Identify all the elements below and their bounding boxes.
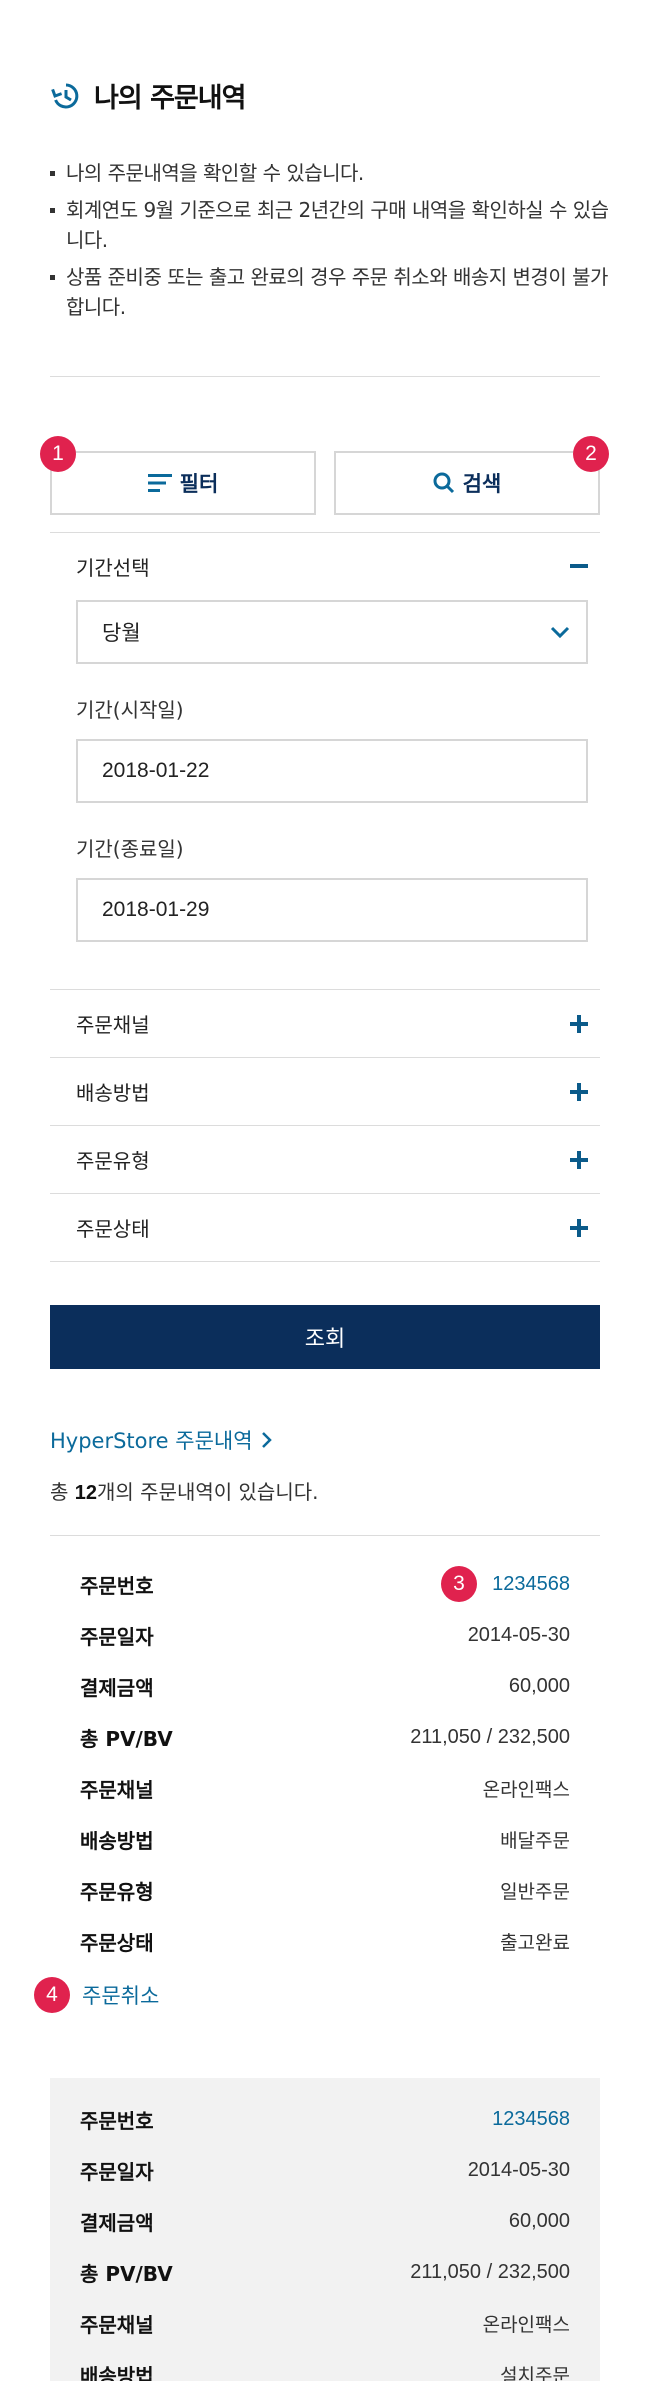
order-row-key: 주문일자	[80, 2160, 154, 2184]
start-date-label: 기간(시작일)	[76, 698, 184, 722]
divider	[50, 1535, 600, 1536]
order-total-text: 총 12개의 주문내역이 있습니다.	[50, 1476, 319, 1505]
search-button-label: 검색	[462, 472, 502, 496]
order-row: 주문일자 2014-05-30	[80, 2145, 570, 2196]
order-row-key: 주문유형	[80, 1880, 154, 1904]
section-title: 주문유형	[76, 1149, 150, 1173]
section-order-status[interactable]: 주문상태	[50, 1194, 600, 1262]
note-item: 상품 준비중 또는 출고 완료의 경우 주문 취소와 배송지 변경이 불가합니다…	[50, 262, 610, 322]
order-row-key: 주문상태	[80, 1931, 154, 1955]
expand-icon[interactable]	[570, 1218, 588, 1237]
order-row-value: 출고완료	[500, 1932, 570, 1954]
period-fields: 당월 기간(시작일) 2018-01-22 기간(종료일) 2018-01-29	[50, 600, 600, 942]
total-prefix: 총	[50, 1480, 75, 1504]
section-title: 주문채널	[76, 1013, 150, 1037]
total-count: 12	[74, 1482, 98, 1504]
order-row: 주문유형 일반주문	[80, 1865, 570, 1916]
order-row-key: 주문채널	[80, 2313, 154, 2337]
period-select[interactable]: 당월	[76, 600, 588, 664]
order-row: 주문번호 1234568	[80, 2094, 570, 2145]
order-row: 주문번호 1234568	[80, 1559, 570, 1610]
period-section-header[interactable]: 기간선택	[50, 532, 600, 600]
order-row-key: 주문번호	[80, 2109, 154, 2133]
hyperstore-link-label: HyperStore 주문내역	[50, 1429, 253, 1453]
chevron-right-icon	[261, 1432, 272, 1448]
order-row-key: 배송방법	[80, 2364, 154, 2381]
order-row: 배송방법 배달주문	[80, 1814, 570, 1865]
order-row-key: 배송방법	[80, 1829, 154, 1853]
section-order-channel[interactable]: 주문채널	[50, 990, 600, 1058]
page-header: 나의 주문내역	[50, 76, 246, 115]
filter-button-label: 필터	[179, 472, 219, 496]
page-title: 나의 주문내역	[94, 83, 246, 114]
order-row-value: 설치주문	[500, 2365, 570, 2381]
annotation-badge: 3	[441, 1566, 477, 1602]
section-title: 주문상태	[76, 1217, 150, 1241]
order-row-key: 총 PV/BV	[80, 1727, 173, 1751]
filter-panel: 기간선택 당월 기간(시작일) 2018-01-22 기간(종료일) 2018-…	[50, 532, 600, 1262]
order-row-value: 60,000	[508, 2210, 570, 2232]
expand-icon[interactable]	[570, 1082, 588, 1101]
order-row-key: 주문일자	[80, 1625, 154, 1649]
divider	[50, 376, 600, 377]
order-row-key: 주문채널	[80, 1778, 154, 1802]
order-row-value: 온라인팩스	[482, 2314, 570, 2336]
info-notes: 나의 주문내역을 확인할 수 있습니다. 회계연도 9월 기준으로 최근 2년간…	[50, 158, 610, 329]
end-date-label: 기간(종료일)	[76, 837, 184, 861]
section-order-type[interactable]: 주문유형	[50, 1126, 600, 1194]
order-row: 주문상태 출고완료	[80, 1916, 570, 1967]
order-row-key: 총 PV/BV	[80, 2262, 173, 2286]
chevron-down-icon	[550, 626, 570, 639]
order-row-value: 배달주문	[500, 1830, 570, 1852]
end-date-field[interactable]: 2018-01-29	[76, 878, 588, 942]
order-row: 주문채널 온라인팩스	[80, 2298, 570, 2349]
order-row: 결제금액 60,000	[80, 2196, 570, 2247]
order-row-value: 2014-05-30	[467, 1624, 570, 1646]
annotation-badge: 2	[573, 436, 609, 472]
order-row: 총 PV/BV 211,050 / 232,500	[80, 2247, 570, 2298]
order-row-value: 2014-05-30	[467, 2159, 570, 2181]
order-row-value: 211,050 / 232,500	[410, 1726, 570, 1748]
search-icon	[433, 472, 454, 494]
period-select-value: 당월	[102, 621, 141, 645]
submit-search-button[interactable]: 조회	[50, 1305, 600, 1369]
cancel-order-link[interactable]: 주문취소	[82, 1980, 159, 2010]
order-row: 주문일자 2014-05-30	[80, 1610, 570, 1661]
expand-icon[interactable]	[570, 1014, 588, 1033]
period-section-end	[50, 942, 600, 990]
section-title: 배송방법	[76, 1081, 150, 1105]
annotation-badge: 4	[34, 1977, 70, 2013]
order-number-link[interactable]: 1234568	[492, 2108, 570, 2131]
section-delivery-method[interactable]: 배송방법	[50, 1058, 600, 1126]
filter-button[interactable]: 필터	[50, 451, 316, 515]
period-section-title: 기간선택	[76, 555, 150, 580]
collapse-icon[interactable]	[570, 564, 588, 568]
total-suffix: 개의 주문내역이 있습니다.	[97, 1480, 319, 1504]
order-row: 배송방법 설치주문	[80, 2349, 570, 2381]
order-row-key: 결제금액	[80, 1676, 154, 1700]
order-row-value: 211,050 / 232,500	[410, 2261, 570, 2283]
order-number-link[interactable]: 1234568	[492, 1573, 570, 1596]
note-item: 회계연도 9월 기준으로 최근 2년간의 구매 내역을 확인하실 수 있습니다.	[50, 195, 610, 255]
search-toggle-button[interactable]: 검색	[334, 451, 600, 515]
annotation-badge: 1	[40, 436, 76, 472]
order-row-value: 60,000	[508, 1675, 570, 1697]
order-row-value: 온라인팩스	[482, 1779, 570, 1801]
order-card: 주문번호 1234568 주문일자 2014-05-30 결제금액 60,000…	[50, 2078, 600, 2381]
note-item: 나의 주문내역을 확인할 수 있습니다.	[50, 158, 610, 188]
order-card: 주문번호 1234568 주문일자 2014-05-30 결제금액 60,000…	[50, 1559, 600, 1967]
expand-icon[interactable]	[570, 1150, 588, 1169]
hyperstore-orders-link[interactable]: HyperStore 주문내역	[50, 1425, 273, 1455]
order-row-key: 결제금액	[80, 2211, 154, 2235]
order-row: 결제금액 60,000	[80, 1661, 570, 1712]
order-row-key: 주문번호	[80, 1574, 154, 1598]
order-row: 총 PV/BV 211,050 / 232,500	[80, 1712, 570, 1763]
filter-lines-icon	[147, 474, 172, 492]
start-date-field[interactable]: 2018-01-22	[76, 739, 588, 803]
order-row-value: 일반주문	[500, 1881, 570, 1903]
history-icon	[51, 83, 79, 108]
order-row: 주문채널 온라인팩스	[80, 1763, 570, 1814]
